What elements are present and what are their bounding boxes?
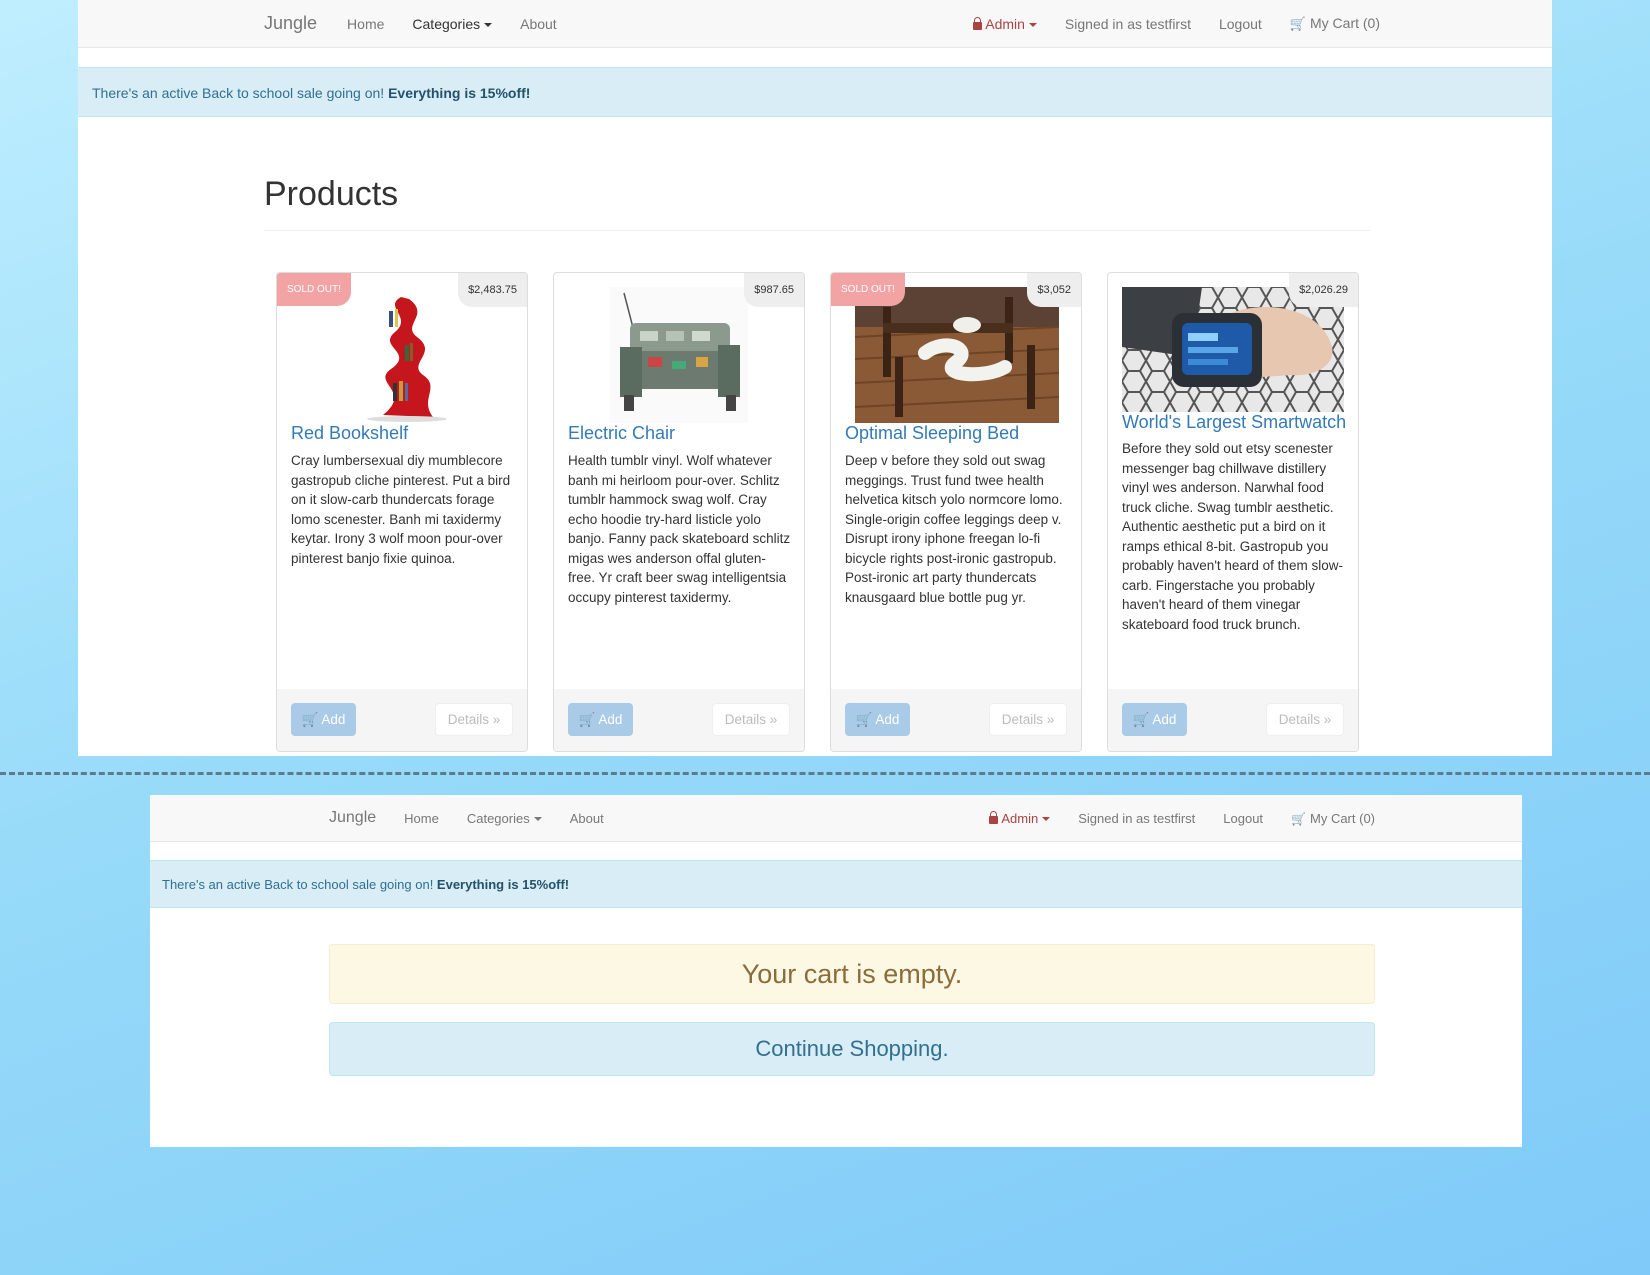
- navbar-right: Admin Signed in as testfirst Logout 🛒 My …: [989, 795, 1375, 841]
- card-footer: 🛒 Add Details »: [277, 689, 527, 751]
- signed-in-text: Signed in as testfirst: [1078, 810, 1196, 826]
- caret-down-icon: [1028, 22, 1037, 27]
- product-image-chair[interactable]: [610, 287, 748, 423]
- details-button[interactable]: Details »: [712, 703, 790, 736]
- card-footer: 🛒 Add Details »: [1108, 689, 1358, 751]
- nav-admin[interactable]: Admin: [973, 16, 1037, 32]
- signed-in-text: Signed in as testfirst: [1064, 15, 1191, 32]
- brand-link[interactable]: Jungle: [329, 809, 376, 827]
- nav-logout[interactable]: Logout: [1223, 811, 1263, 826]
- cart-icon: 🛒: [1132, 711, 1150, 727]
- add-to-cart-button[interactable]: 🛒 Add: [1122, 703, 1187, 736]
- navbar: Jungle Home Categories About Admin Signe…: [78, 0, 1552, 48]
- products-page-panel: Jungle Home Categories About Admin Signe…: [78, 0, 1552, 756]
- add-label: Add: [1152, 712, 1177, 727]
- caret-down-icon: [484, 22, 493, 27]
- sale-bold: Everything is 15%off!: [388, 85, 531, 101]
- navbar-left: Jungle Home Categories About: [329, 795, 632, 841]
- product-name[interactable]: World's Largest Smartwatch: [1122, 412, 1346, 433]
- product-card: $2,026.29 World's Largest Smartwatch Bef…: [1107, 272, 1359, 752]
- card-footer: 🛒 Add Details »: [554, 689, 804, 751]
- sale-text: There's an active Back to school sale go…: [162, 877, 437, 892]
- add-label: Add: [875, 712, 900, 727]
- sold-out-badge: SOLD OUT!: [277, 273, 351, 306]
- navbar: Jungle Home Categories About Admin Signe…: [150, 795, 1522, 842]
- product-description: Deep v before they sold out swag megging…: [845, 453, 1063, 605]
- sold-out-badge: SOLD OUT!: [831, 273, 905, 306]
- nav-cart[interactable]: 🛒 My Cart (0): [1290, 15, 1380, 32]
- nav-home[interactable]: Home: [347, 16, 384, 32]
- nav-cart-label: My Cart (0): [1310, 15, 1380, 31]
- add-to-cart-button[interactable]: 🛒 Add: [568, 703, 633, 736]
- cart-icon: 🛒: [1291, 811, 1306, 826]
- nav-categories-label: Categories: [466, 810, 530, 826]
- nav-admin-label: Admin: [1001, 810, 1039, 826]
- page-title: Products: [264, 175, 399, 213]
- nav-categories-label: Categories: [412, 15, 481, 32]
- nav-home[interactable]: Home: [404, 811, 439, 826]
- nav-admin[interactable]: Admin: [989, 810, 1051, 826]
- product-description: Cray lumbersexual diy mumblecore gastrop…: [291, 453, 511, 566]
- add-to-cart-button[interactable]: 🛒 Add: [845, 703, 910, 736]
- nav-cart-label: My Cart (0): [1310, 810, 1375, 826]
- details-button[interactable]: Details »: [435, 703, 513, 736]
- card-footer: 🛒 Add Details »: [831, 689, 1081, 751]
- price-badge: $2,026.29: [1289, 273, 1358, 307]
- price-badge: $3,052: [1027, 273, 1081, 307]
- sale-bold: Everything is 15%off!: [436, 877, 570, 892]
- sale-alert: There's an active Back to school sale go…: [78, 67, 1552, 117]
- price-badge: $2,483.75: [458, 273, 527, 307]
- details-button[interactable]: Details »: [1266, 703, 1344, 736]
- nav-about[interactable]: About: [520, 16, 557, 32]
- add-to-cart-button[interactable]: 🛒 Add: [291, 703, 356, 736]
- lock-icon: [989, 810, 999, 824]
- title-divider: [264, 230, 1370, 231]
- product-description: Health tumblr vinyl. Wolf whatever banh …: [568, 453, 791, 605]
- add-label: Add: [598, 712, 623, 727]
- product-description: Before they sold out etsy scenester mess…: [1122, 441, 1343, 632]
- cart-empty-message: Your cart is empty.: [329, 944, 1375, 1004]
- navbar-left: Jungle Home Categories About: [264, 0, 585, 47]
- cart-icon: 🛒: [1289, 16, 1306, 31]
- navbar-right: Admin Signed in as testfirst Logout 🛒 My …: [973, 0, 1380, 47]
- add-label: Add: [321, 712, 346, 727]
- details-button[interactable]: Details »: [989, 703, 1067, 736]
- product-image-bookshelf[interactable]: [343, 287, 461, 423]
- screenshot-divider: [0, 772, 1650, 775]
- nav-logout[interactable]: Logout: [1219, 16, 1262, 32]
- sale-alert: There's an active Back to school sale go…: [150, 860, 1522, 908]
- price-badge: $987.65: [744, 273, 804, 307]
- product-card: $987.65 Electric Chair Health tumblr vin…: [553, 272, 805, 752]
- product-image-bed[interactable]: [855, 287, 1059, 423]
- product-name[interactable]: Electric Chair: [568, 423, 675, 444]
- product-name[interactable]: Red Bookshelf: [291, 423, 408, 444]
- cart-icon: 🛒: [301, 711, 319, 727]
- caret-down-icon: [1042, 817, 1051, 822]
- product-name[interactable]: Optimal Sleeping Bed: [845, 423, 1019, 444]
- nav-admin-label: Admin: [985, 15, 1025, 32]
- product-card: SOLD OUT! $2,483.75 Red Bookshelf Cray l…: [276, 272, 528, 752]
- brand-link[interactable]: Jungle: [264, 13, 317, 34]
- nav-about[interactable]: About: [570, 811, 604, 826]
- product-card: SOLD OUT! $3,052 Optimal Sleeping Bed De…: [830, 272, 1082, 752]
- caret-down-icon: [533, 817, 542, 822]
- continue-shopping-link[interactable]: Continue Shopping.: [329, 1022, 1375, 1076]
- lock-icon: [973, 16, 983, 30]
- nav-categories[interactable]: Categories: [467, 811, 542, 826]
- cart-icon: 🛒: [855, 711, 873, 727]
- cart-icon: 🛒: [578, 711, 596, 727]
- sale-text: There's an active Back to school sale go…: [92, 85, 389, 101]
- cart-page-panel: Jungle Home Categories About Admin Signe…: [150, 795, 1522, 1147]
- nav-categories[interactable]: Categories: [412, 15, 493, 32]
- nav-cart[interactable]: 🛒 My Cart (0): [1291, 811, 1375, 826]
